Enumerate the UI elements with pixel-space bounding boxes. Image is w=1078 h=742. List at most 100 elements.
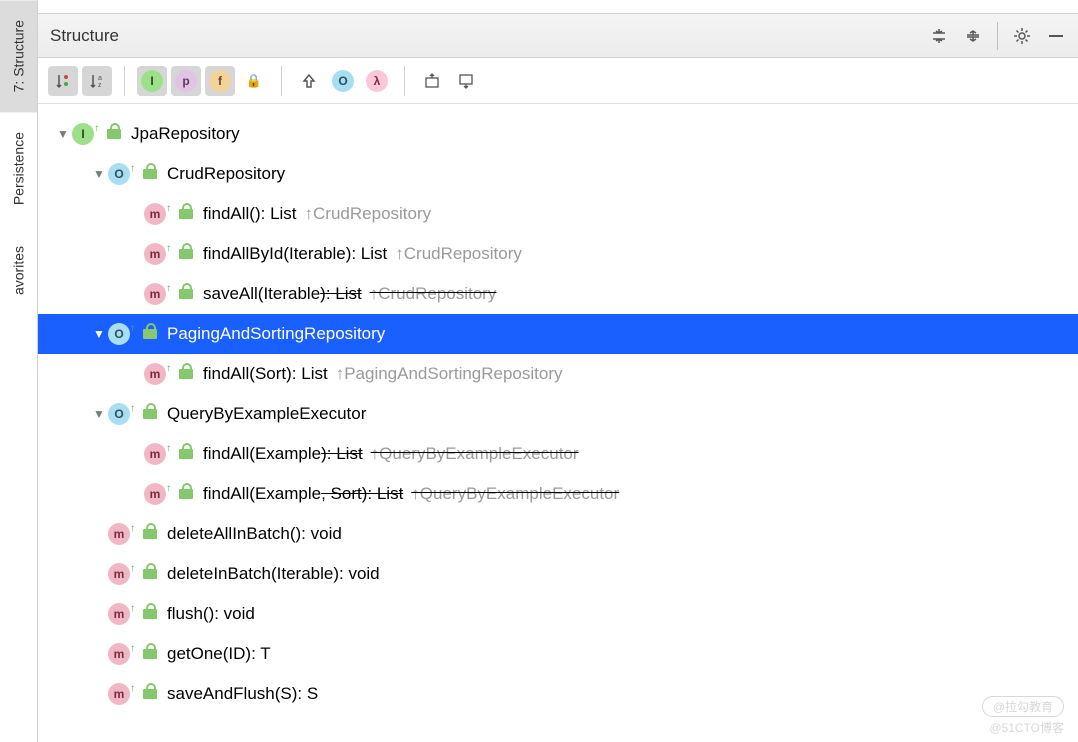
show-anonymous-button[interactable]: O — [328, 66, 358, 96]
o-badge-icon: O — [108, 323, 130, 345]
show-non-public-button[interactable]: 🔒 — [239, 66, 269, 96]
up-arrow-icon: ↑ — [166, 243, 171, 254]
autoscroll-to-source-button[interactable] — [417, 66, 447, 96]
expand-all-icon[interactable] — [963, 26, 983, 46]
node-icons: m↑ — [144, 203, 193, 225]
divider — [997, 22, 998, 50]
node-icons: O↑ — [108, 163, 157, 185]
structure-panel: Structure az — [38, 0, 1078, 742]
node-text: getOne(ID): T — [167, 644, 271, 664]
tree-row[interactable]: ▼ O↑ CrudRepository — [38, 154, 1078, 194]
override-source: ↑CrudRepository — [305, 204, 432, 224]
divider — [281, 66, 282, 96]
node-text: findAll(Example): List — [203, 444, 363, 464]
tree-row[interactable]: ▼ m↑ findAllById(Iterable): List ↑CrudRe… — [38, 234, 1078, 274]
tree-row[interactable]: ▼ m↑ findAll(Example): List ↑QueryByExam… — [38, 434, 1078, 474]
package-lock-icon — [179, 249, 193, 259]
m-badge-icon: m — [144, 363, 166, 385]
up-arrow-icon: ↑ — [130, 643, 135, 654]
node-text: QueryByExampleExecutor — [167, 404, 366, 424]
up-arrow-icon: ↑ — [166, 363, 171, 374]
show-inherited-button[interactable] — [294, 66, 324, 96]
divider — [404, 66, 405, 96]
package-lock-icon — [143, 329, 157, 339]
tree-row[interactable]: ▼ m↑ findAll(Sort): List ↑PagingAndSorti… — [38, 354, 1078, 394]
panel-title: Structure — [50, 26, 929, 46]
node-icons: O↑ — [108, 323, 157, 345]
expand-arrow-icon[interactable]: ▼ — [90, 407, 108, 421]
svg-text:a: a — [98, 75, 102, 82]
m-badge-icon: m — [144, 443, 166, 465]
override-source: ↑CrudRepository — [395, 244, 522, 264]
tree-row[interactable]: ▼ m↑ deleteInBatch(Iterable): void — [38, 554, 1078, 594]
up-arrow-icon: ↑ — [166, 483, 171, 494]
tree-row[interactable]: ▼ O↑ PagingAndSortingRepository — [38, 314, 1078, 354]
property-badge: p — [175, 70, 197, 92]
sort-alpha-button[interactable]: az — [82, 66, 112, 96]
node-icons: m↑ — [108, 683, 157, 705]
up-arrow-icon: ↑ — [166, 203, 171, 214]
minimize-icon[interactable] — [1046, 26, 1066, 46]
node-icons: m↑ — [108, 523, 157, 545]
tree-row[interactable]: ▼ m↑ findAll(): List ↑CrudRepository — [38, 194, 1078, 234]
node-text: JpaRepository — [131, 124, 240, 144]
i-badge-icon: I — [72, 123, 94, 145]
tree-row[interactable]: ▼ m↑ deleteAllInBatch(): void — [38, 514, 1078, 554]
package-lock-icon — [143, 529, 157, 539]
show-interfaces-button[interactable]: I — [137, 66, 167, 96]
tab-structure[interactable]: 7: Structure — [0, 0, 37, 112]
show-lambda-button[interactable]: λ — [362, 66, 392, 96]
node-icons: O↑ — [108, 403, 157, 425]
tab-favorites[interactable]: avorites — [0, 226, 37, 315]
expand-arrow-icon[interactable]: ▼ — [54, 127, 72, 141]
m-badge-icon: m — [144, 243, 166, 265]
up-arrow-icon: ↑ — [94, 123, 99, 134]
autoscroll-from-source-button[interactable] — [451, 66, 481, 96]
node-icons: m↑ — [108, 643, 157, 665]
tree-row[interactable]: ▼ O↑ QueryByExampleExecutor — [38, 394, 1078, 434]
show-fields-button[interactable]: f — [205, 66, 235, 96]
svg-text:z: z — [98, 82, 102, 89]
override-source: ↑PagingAndSortingRepository — [336, 364, 563, 384]
field-badge: f — [209, 70, 231, 92]
expand-arrow-icon[interactable]: ▼ — [90, 167, 108, 181]
node-icons: m↑ — [108, 603, 157, 625]
node-icons: m↑ — [144, 483, 193, 505]
expand-arrow-icon[interactable]: ▼ — [90, 327, 108, 341]
tree-row[interactable]: ▼ I↑ JpaRepository — [38, 114, 1078, 154]
tab-persistence[interactable]: Persistence — [0, 112, 37, 225]
structure-tree[interactable]: ▼ I↑ JpaRepository ▼ O↑ CrudRepository ▼… — [38, 104, 1078, 742]
node-text: findAll(Sort): List — [203, 364, 328, 384]
show-properties-button[interactable]: p — [171, 66, 201, 96]
node-text: findAllById(Iterable): List — [203, 244, 387, 264]
structure-toolbar: az I p f 🔒 O λ — [38, 58, 1078, 104]
m-badge-icon: m — [108, 523, 130, 545]
tree-row[interactable]: ▼ m↑ saveAll(Iterable): List ↑CrudReposi… — [38, 274, 1078, 314]
collapse-all-icon[interactable] — [929, 26, 949, 46]
tree-row[interactable]: ▼ m↑ findAll(Example, Sort): List ↑Query… — [38, 474, 1078, 514]
node-text: CrudRepository — [167, 164, 285, 184]
up-arrow-icon: ↑ — [130, 603, 135, 614]
tree-row[interactable]: ▼ m↑ flush(): void — [38, 594, 1078, 634]
top-border — [38, 0, 1078, 14]
up-arrow-icon: ↑ — [130, 563, 135, 574]
tree-row[interactable]: ▼ m↑ saveAndFlush(S): S — [38, 674, 1078, 714]
tree-row[interactable]: ▼ m↑ getOne(ID): T — [38, 634, 1078, 674]
header-actions — [929, 22, 1066, 50]
interface-badge: I — [141, 70, 163, 92]
node-icons: m↑ — [144, 363, 193, 385]
node-icons: m↑ — [144, 283, 193, 305]
sort-visibility-button[interactable] — [48, 66, 78, 96]
package-lock-icon — [179, 449, 193, 459]
m-badge-icon: m — [108, 643, 130, 665]
package-lock-icon — [143, 689, 157, 699]
up-arrow-icon: ↑ — [130, 323, 135, 334]
settings-icon[interactable] — [1012, 26, 1032, 46]
up-arrow-icon: ↑ — [130, 163, 135, 174]
tab-label: 7: Structure — [11, 20, 27, 92]
node-icons: I↑ — [72, 123, 121, 145]
node-icons: m↑ — [108, 563, 157, 585]
divider — [124, 66, 125, 96]
node-text: PagingAndSortingRepository — [167, 324, 385, 344]
node-icons: m↑ — [144, 243, 193, 265]
